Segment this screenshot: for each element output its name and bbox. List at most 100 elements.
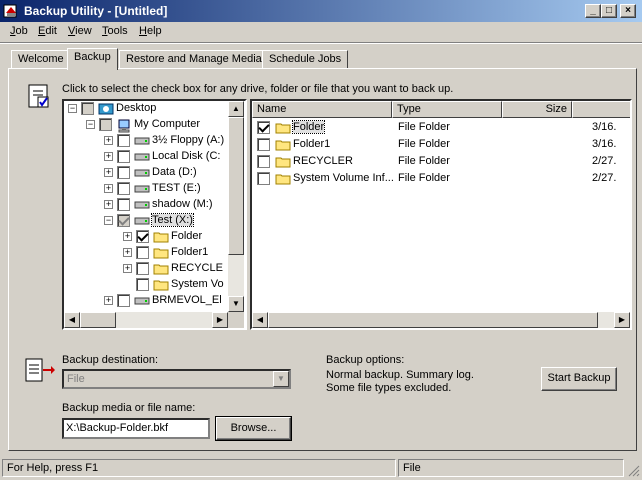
expand-icon[interactable]: + — [104, 152, 113, 161]
menu-job[interactable]: Job — [10, 25, 28, 37]
tree-checkbox[interactable] — [136, 230, 149, 243]
tree-item[interactable]: + RECYCLE — [64, 261, 228, 277]
tree-item[interactable]: +3½ Floppy (A:) — [64, 133, 228, 149]
tree-checkbox[interactable] — [81, 102, 94, 115]
column-header-type[interactable]: Type — [392, 101, 502, 118]
tree-checkbox[interactable] — [136, 246, 149, 259]
collapse-icon[interactable]: − — [68, 104, 77, 113]
browse-button[interactable]: Browse... — [215, 416, 292, 441]
column-header-name[interactable]: Name — [252, 101, 392, 118]
tree-item[interactable]: + BRMEVOL_El — [64, 293, 228, 309]
menu-view[interactable]: View — [68, 25, 92, 37]
expand-icon[interactable]: + — [104, 184, 113, 193]
list-checkbox[interactable] — [257, 172, 270, 185]
destination-select[interactable]: File ▼ — [62, 369, 291, 389]
expand-icon[interactable]: + — [104, 136, 113, 145]
expand-icon[interactable]: + — [123, 232, 132, 241]
tree-vscrollbar[interactable]: ▲ ▼ — [228, 101, 244, 312]
tree-item-label[interactable]: TEST (E:) — [152, 182, 201, 194]
tree-item-label[interactable]: System Vo — [171, 278, 224, 290]
expand-icon[interactable]: + — [123, 248, 132, 257]
maximize-icon[interactable]: □ — [601, 4, 617, 18]
tree-item-label[interactable]: My Computer — [134, 118, 200, 130]
media-filename-input[interactable]: X:\Backup-Folder.bkf — [62, 418, 210, 439]
tree-checkbox[interactable] — [117, 182, 130, 195]
tab-welcome[interactable]: Welcome — [11, 50, 71, 69]
tree-item-label[interactable]: BRMEVOL_El — [152, 294, 222, 306]
file-list[interactable]: Name Type Size Folder File Folder 3/16. Fol… — [250, 99, 632, 330]
scroll-down-icon[interactable]: ▼ — [228, 296, 244, 312]
tree-item-label[interactable]: Test (X:) — [151, 213, 194, 227]
list-checkbox[interactable] — [257, 138, 270, 151]
tree-vscroll-thumb[interactable] — [228, 117, 244, 255]
tree-checkbox[interactable] — [117, 166, 130, 179]
tree-item[interactable]: − My Computer — [64, 117, 228, 133]
tree-item[interactable]: + Local Disk (C: — [64, 149, 228, 165]
column-header-size[interactable]: Size — [502, 101, 572, 118]
tree-checkbox[interactable] — [136, 262, 149, 275]
tree-hscrollbar[interactable]: ◀ ▶ — [64, 312, 228, 328]
expand-icon[interactable]: + — [104, 296, 113, 305]
list-item[interactable]: Folder File Folder 3/16. — [252, 120, 630, 136]
tree-item-label[interactable]: Local Disk (C: — [152, 150, 220, 162]
scroll-up-icon[interactable]: ▲ — [228, 101, 244, 117]
expand-icon[interactable]: + — [104, 168, 113, 177]
scroll-right-icon[interactable]: ▶ — [212, 312, 228, 328]
collapse-icon[interactable]: − — [86, 120, 95, 129]
list-hscrollbar[interactable]: ◀ ▶ — [252, 312, 630, 328]
expand-icon[interactable]: + — [123, 264, 132, 273]
minimize-icon[interactable]: _ — [585, 4, 601, 18]
tree-item[interactable]: + TEST (E:) — [64, 181, 228, 197]
tree-item[interactable]: System Vo — [64, 277, 228, 293]
tree-checkbox[interactable] — [117, 134, 130, 147]
tree-view[interactable]: − Desktop − My Computer +3½ Floppy (A:) + Loca… — [62, 99, 247, 330]
tab-schedule[interactable]: Schedule Jobs — [262, 50, 349, 69]
tree-hscroll-thumb[interactable] — [80, 312, 116, 328]
tree-item-label[interactable]: Folder1 — [171, 246, 208, 258]
tree-item-label[interactable]: Desktop — [116, 102, 156, 114]
list-item-name[interactable]: System Volume Inf... — [293, 172, 394, 184]
tree-item[interactable]: − Desktop — [64, 101, 228, 117]
tree-checkbox[interactable] — [117, 294, 130, 307]
list-item-name[interactable]: RECYCLER — [293, 155, 353, 167]
tree-item-label[interactable]: shadow (M:) — [152, 198, 213, 210]
tree-checkbox[interactable] — [117, 150, 130, 163]
tab-backup[interactable]: Backup — [67, 48, 118, 70]
tree-item[interactable]: + shadow (M:) — [64, 197, 228, 213]
list-item[interactable]: System Volume Inf... File Folder 2/27. — [252, 171, 630, 187]
tree-checkbox[interactable] — [136, 278, 149, 291]
menu-edit[interactable]: Edit — [38, 25, 57, 37]
tree-item[interactable]: + Folder1 — [64, 245, 228, 261]
list-checkbox[interactable] — [257, 121, 270, 134]
tree-item-label[interactable]: Folder — [171, 230, 202, 242]
tree-item-label[interactable]: 3½ Floppy (A:) — [152, 134, 224, 146]
tree-checkbox[interactable] — [117, 214, 130, 227]
list-hscroll-thumb[interactable] — [268, 312, 598, 328]
chevron-down-icon[interactable]: ▼ — [273, 371, 289, 387]
resize-grip-icon[interactable] — [626, 463, 640, 477]
close-icon[interactable]: × — [620, 4, 636, 18]
collapse-icon[interactable]: − — [104, 216, 113, 225]
tree-checkbox[interactable] — [99, 118, 112, 131]
scroll-right-icon[interactable]: ▶ — [614, 312, 630, 328]
tree-item[interactable]: − Test (X:) — [64, 213, 228, 229]
tab-restore[interactable]: Restore and Manage Media — [119, 50, 269, 69]
tree-item[interactable]: + Folder — [64, 229, 228, 245]
start-backup-button[interactable]: Start Backup — [541, 367, 617, 391]
list-item[interactable]: RECYCLER File Folder 2/27. — [252, 154, 630, 170]
list-item-type: File Folder — [398, 172, 450, 184]
list-item-name[interactable]: Folder1 — [293, 138, 330, 150]
menu-tools[interactable]: Tools — [102, 25, 128, 37]
list-item-name[interactable]: Folder — [291, 120, 326, 134]
tree-item[interactable]: + Data (D:) — [64, 165, 228, 181]
expand-icon[interactable]: + — [104, 200, 113, 209]
scroll-left-icon[interactable]: ◀ — [64, 312, 80, 328]
scroll-left-icon[interactable]: ◀ — [252, 312, 268, 328]
list-checkbox[interactable] — [257, 155, 270, 168]
menu-help[interactable]: Help — [139, 25, 162, 37]
column-header-modified[interactable] — [572, 101, 630, 118]
tree-item-label[interactable]: Data (D:) — [152, 166, 197, 178]
tree-item-label[interactable]: RECYCLE — [171, 262, 223, 274]
list-item[interactable]: Folder1 File Folder 3/16. — [252, 137, 630, 153]
tree-checkbox[interactable] — [117, 198, 130, 211]
